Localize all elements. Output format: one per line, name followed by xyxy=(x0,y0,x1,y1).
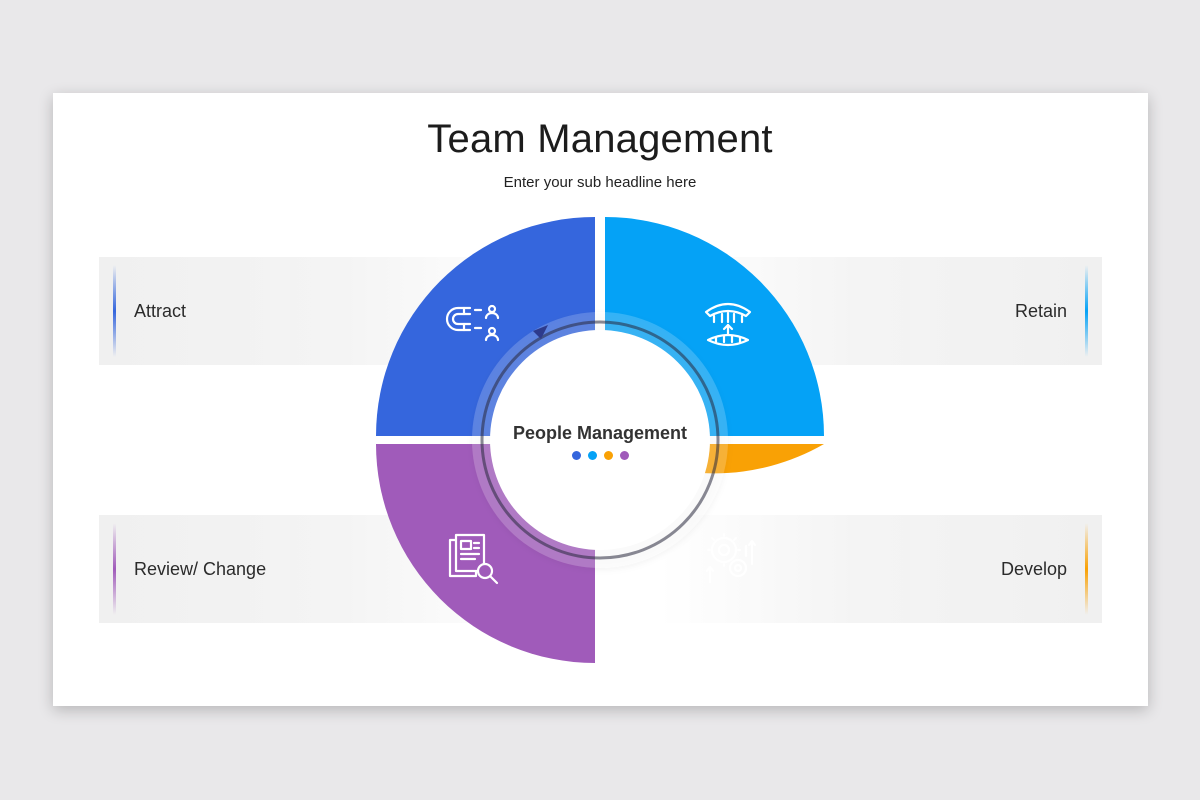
dot-develop xyxy=(603,451,613,460)
dot-attract xyxy=(571,451,581,460)
people-management-wheel xyxy=(376,217,824,663)
dot-retain xyxy=(587,451,597,460)
center-label: People Management xyxy=(512,423,688,443)
center-dots xyxy=(560,451,640,460)
growth-gears-icon xyxy=(705,532,757,584)
dot-review xyxy=(619,451,629,460)
